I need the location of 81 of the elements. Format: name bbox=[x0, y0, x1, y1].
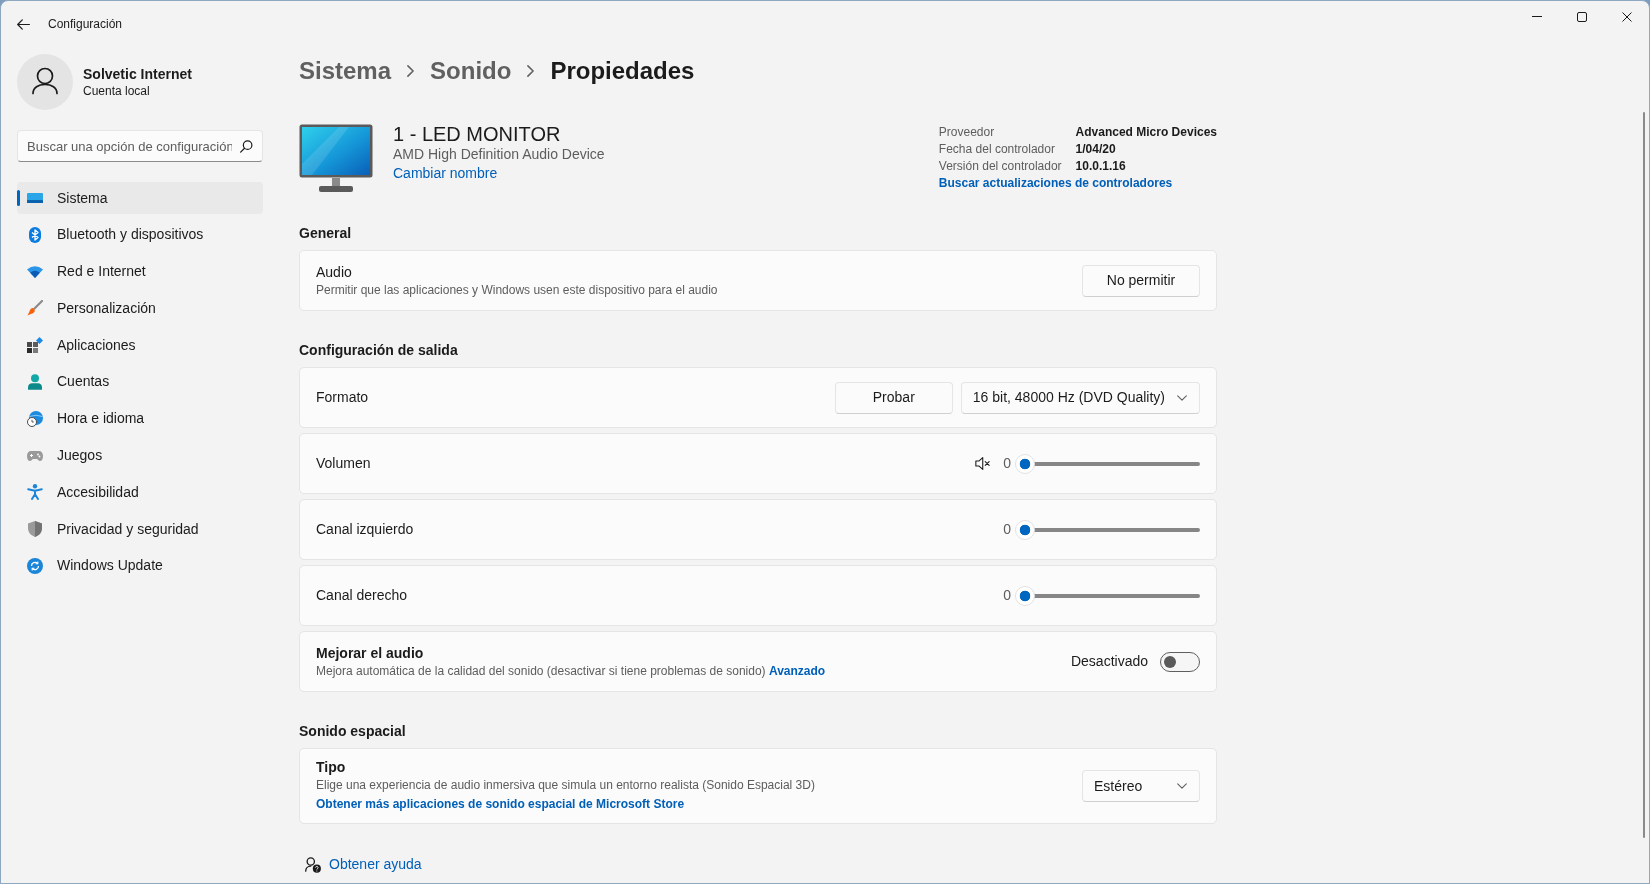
close-icon bbox=[1621, 11, 1632, 22]
sidebar-item[interactable]: Hora e idioma bbox=[17, 402, 263, 435]
sidebar-item[interactable]: Aplicaciones bbox=[17, 329, 263, 362]
sidebar-item[interactable]: Sistema bbox=[17, 182, 263, 214]
speaker-muted-icon[interactable] bbox=[975, 457, 991, 470]
section-title: General bbox=[299, 224, 353, 243]
back-arrow-icon bbox=[16, 18, 30, 30]
device-name: 1 - LED MONITOR bbox=[393, 122, 562, 146]
sidebar-item[interactable]: Red e Internet bbox=[17, 255, 263, 288]
toggle-switch[interactable] bbox=[1160, 651, 1200, 672]
chevron-down-icon bbox=[1177, 394, 1187, 401]
gamepad-icon bbox=[27, 450, 43, 461]
paintbrush-icon bbox=[27, 300, 43, 317]
shield-icon bbox=[28, 521, 42, 538]
driver-info-label: Versión del controlador bbox=[938, 158, 1062, 175]
sidebar-item[interactable]: Cuentas bbox=[17, 366, 263, 398]
setting-title: Tipo bbox=[316, 758, 347, 777]
slider-value: 0 bbox=[1003, 454, 1011, 473]
slider-value: 0 bbox=[1003, 586, 1011, 605]
driver-info-value: 10.0.1.16 bbox=[1075, 158, 1127, 175]
account-type: Cuenta local bbox=[83, 83, 151, 99]
dropdown-select[interactable]: 16 bit, 48000 Hz (DVD Quality) bbox=[960, 381, 1200, 414]
setting-description: Permitir que las aplicaciones y Windows usen este dispositivo para el audio bbox=[316, 282, 718, 298]
accessibility-figure-icon bbox=[27, 484, 43, 501]
sidebar-item[interactable]: Personalización bbox=[17, 292, 263, 325]
store-link[interactable]: Obtener más aplicaciones de sonido espacial de Microsoft Store bbox=[316, 796, 685, 813]
bluetooth-icon bbox=[29, 226, 41, 243]
scrollbar-thumb[interactable] bbox=[1643, 112, 1645, 838]
maximize-icon bbox=[1576, 11, 1587, 22]
driver-info-value: 1/04/20 bbox=[1075, 141, 1117, 158]
globe-clock-icon bbox=[27, 410, 43, 427]
chevron-right-icon bbox=[527, 65, 535, 77]
sidebar-item[interactable]: Bluetooth y dispositivos bbox=[17, 218, 263, 251]
device-description: AMD High Definition Audio Device bbox=[393, 146, 605, 163]
setting-title: Canal derecho bbox=[316, 586, 408, 605]
section-title: Configuración de salida bbox=[299, 341, 459, 360]
wifi-icon bbox=[27, 265, 43, 278]
monitor-icon bbox=[299, 124, 373, 192]
breadcrumb-item[interactable]: Sonido bbox=[430, 53, 512, 89]
driver-info-label: Proveedor bbox=[938, 124, 996, 141]
test-button[interactable]: Probar bbox=[834, 381, 953, 414]
setting-title: Mejorar el audio bbox=[316, 644, 425, 663]
monitor-icon bbox=[27, 193, 43, 203]
dropdown-select[interactable]: Estéreo bbox=[1082, 770, 1200, 802]
rename-link[interactable]: Cambiar nombre bbox=[393, 165, 498, 182]
help-icon bbox=[305, 856, 321, 873]
sidebar-item[interactable]: Windows Update bbox=[17, 549, 263, 582]
driver-update-link[interactable]: Buscar actualizaciones de controladores bbox=[938, 176, 1173, 190]
search-icon[interactable] bbox=[240, 140, 253, 153]
help-link[interactable]: Obtener ayuda bbox=[329, 854, 422, 875]
chevron-right-icon bbox=[407, 65, 415, 77]
account-name: Solvetic Internet bbox=[83, 65, 192, 83]
advanced-link[interactable]: Avanzado bbox=[768, 664, 826, 678]
sidebar-item[interactable]: Privacidad y seguridad bbox=[17, 513, 263, 546]
action-button[interactable]: No permitir bbox=[1082, 264, 1200, 297]
breadcrumb-item[interactable]: Sistema bbox=[299, 53, 392, 89]
toggle-state-label: Desactivado bbox=[1070, 652, 1148, 671]
sidebar-item[interactable]: Accesibilidad bbox=[17, 476, 263, 509]
chevron-down-icon bbox=[1177, 783, 1187, 789]
apps-grid-icon bbox=[27, 337, 43, 354]
avatar-icon bbox=[17, 54, 73, 110]
slider-thumb[interactable] bbox=[1015, 519, 1035, 540]
setting-title: Audio bbox=[316, 263, 353, 282]
minimize-icon bbox=[1531, 16, 1542, 17]
slider-value: 0 bbox=[1003, 520, 1011, 539]
setting-title: Volumen bbox=[316, 454, 371, 473]
person-icon bbox=[28, 374, 42, 390]
search-field[interactable]: Buscar una opción de configuración bbox=[17, 130, 263, 162]
setting-title: Formato bbox=[316, 388, 369, 407]
driver-info-value: Advanced Micro Devices bbox=[1075, 124, 1217, 141]
section-title: Sonido espacial bbox=[299, 722, 407, 741]
sync-arrows-icon bbox=[27, 557, 43, 574]
setting-title: Canal izquierdo bbox=[316, 520, 414, 539]
driver-info-label: Fecha del controlador bbox=[938, 141, 1056, 158]
slider-thumb[interactable] bbox=[1015, 453, 1035, 474]
setting-description: Mejora automática de la calidad del sonido (desactivar si tiene problemas de sonido) Avanzado bbox=[316, 663, 826, 679]
slider-thumb[interactable] bbox=[1015, 585, 1035, 606]
breadcrumb-item: Propiedades bbox=[550, 56, 695, 86]
window-title: Configuración bbox=[48, 16, 123, 32]
sidebar-item[interactable]: Juegos bbox=[17, 439, 263, 472]
setting-description: Elige una experiencia de audio inmersiva que simula un entorno realista (Sonido Espacial 3D) bbox=[316, 777, 815, 793]
